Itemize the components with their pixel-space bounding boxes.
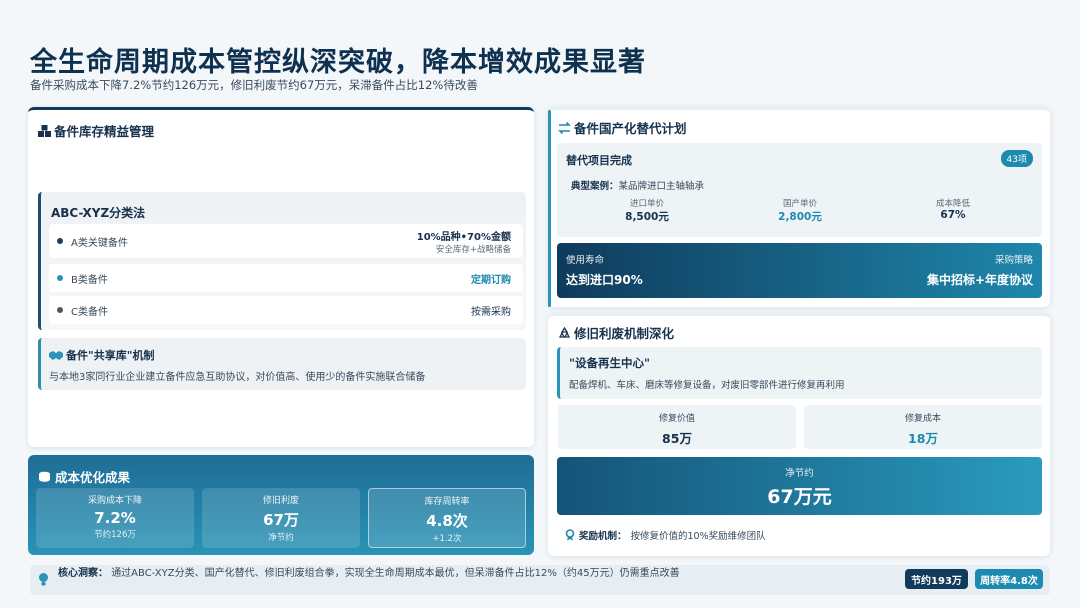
col-value: 8,500元 — [625, 211, 669, 223]
stat-value: 67万 — [263, 511, 299, 529]
localization-title-text: 备件国产化替代计划 — [574, 121, 687, 136]
net-saving-box: 净节约 67万元 — [557, 457, 1042, 515]
insight-label: 核心洞察： — [58, 568, 108, 579]
a-dot — [57, 238, 63, 244]
reward-value: 按修复价值的10%奖励维修团队 — [630, 531, 766, 542]
done-count-badge: 43项 — [1000, 150, 1033, 167]
stat-value: 4.8次 — [426, 512, 468, 530]
localization-inner-panel: 替代项目完成 43项 典型案例：某品牌进口主轴轴承 进口单价 8,500元 国产… — [557, 143, 1042, 237]
abc-row-b: B类备件 定期订购 — [49, 264, 523, 292]
share-desc: 与本地3家同行业企业建立备件应急互助协议，对价值高、使用少的备件实施联合储备 — [49, 372, 426, 383]
inventory-title-text: 备件库存精益管理 — [54, 124, 155, 139]
col-label: 成本降低 — [935, 199, 970, 209]
price-col-import: 进口单价 8,500元 — [597, 197, 697, 224]
abc-row-value: 定期订购 — [471, 274, 511, 286]
repair-cost-box: 修复成本 18万 — [804, 405, 1042, 449]
c-dot — [57, 307, 63, 313]
price-col-reduction: 成本降低 67% — [903, 197, 1003, 221]
b-dot — [57, 275, 63, 281]
col-value: 67% — [940, 209, 966, 221]
cost-title-text: 成本优化成果 — [55, 470, 131, 485]
col-label: 国产单价 — [782, 199, 817, 209]
share-title: 备件"共享库"机制 — [49, 347, 154, 363]
life-value: 达到进口90% — [566, 273, 643, 287]
strategy-value: 集中招标+年度协议 — [926, 273, 1033, 287]
localization-accent-bar — [548, 110, 551, 307]
col-value: 2,800元 — [778, 211, 822, 223]
case-label: 典型案例： — [571, 181, 619, 192]
stat-repair: 修旧利废 67万 净节约 — [202, 488, 360, 548]
stat-sub: 节约126万 — [94, 530, 136, 540]
regen-center-panel: "设备再生中心" 配备焊机、车床、磨床等修复设备，对废旧零部件进行修复再利用 — [557, 347, 1042, 399]
case-line: 典型案例：某品牌进口主轴轴承 — [571, 178, 704, 192]
stat-value: 7.2% — [94, 509, 136, 527]
abc-row-value: 按需采购 — [471, 306, 511, 318]
abc-row-label: C类备件 — [71, 306, 108, 318]
net-value: 67万元 — [767, 486, 832, 508]
center-desc: 配备焊机、车床、磨床等修复设备，对废旧零部件进行修复再利用 — [569, 380, 845, 391]
repair-value-label: 修复价值 — [658, 414, 695, 424]
strategy-label: 采购策略 — [994, 255, 1033, 266]
col-label: 进口单价 — [629, 199, 664, 209]
stat-label: 库存周转率 — [424, 497, 470, 507]
reward-label: 奖励机制： — [579, 531, 627, 542]
lightbulb-icon — [38, 572, 49, 587]
swap-icon — [558, 121, 571, 134]
turnover-pill: 周转率4.8次 — [975, 569, 1043, 589]
repair-value: 85万 — [662, 431, 692, 446]
inventory-card-title: 备件库存精益管理 — [38, 121, 154, 140]
boxes-icon — [38, 124, 51, 137]
life-label: 使用寿命 — [566, 255, 605, 266]
abc-row-label: A类关键备件 — [71, 237, 128, 249]
coins-icon — [38, 471, 51, 483]
repair-card-title: 修旧利废机制深化 — [558, 323, 674, 342]
abc-row-c: C类备件 按需采购 — [49, 296, 523, 324]
abc-xyz-panel: ABC-XYZ分类法 A类关键备件 10%品种•70%金额 安全库存+战略储备 … — [38, 192, 526, 330]
abc-title: ABC-XYZ分类法 — [51, 206, 146, 220]
share-pool-panel: 备件"共享库"机制 与本地3家同行业企业建立备件应急互助协议，对价值高、使用少的… — [38, 338, 526, 390]
cost-title: 成本优化成果 — [38, 467, 130, 486]
cost-optimization-card: 成本优化成果 采购成本下降 7.2% 节约126万 修旧利废 67万 净节约 库… — [28, 455, 534, 555]
insight-text: 通过ABC-XYZ分类、国产化替代、修旧利废组合拳，实现全生命周期成本最优，但呆… — [111, 568, 680, 579]
abc-a-value: 10%品种•70%金额 — [416, 231, 511, 243]
reward-line: 奖励机制： 按修复价值的10%奖励维修团队 — [565, 528, 766, 542]
insight-bar: 核心洞察： 通过ABC-XYZ分类、国产化替代、修旧利废组合拳，实现全生命周期成… — [30, 565, 1050, 595]
handshake-icon — [49, 350, 63, 361]
repair-value-box: 修复价值 85万 — [558, 405, 796, 449]
recycle-icon — [558, 326, 571, 339]
page-subtitle: 备件采购成本下降7.2%节约126万元，修旧利废节约67万元，呆滞备件占比12%… — [30, 78, 478, 92]
abc-row-a: A类关键备件 10%品种•70%金额 安全库存+战略储备 — [49, 224, 523, 258]
abc-row-label: B类备件 — [71, 274, 108, 286]
stat-purchase: 采购成本下降 7.2% 节约126万 — [36, 488, 194, 548]
stat-sub: +1.2次 — [432, 534, 462, 544]
case-value: 某品牌进口主轴轴承 — [618, 181, 705, 192]
page-title: 全生命周期成本管控纵深突破，降本增效成果显著 — [30, 47, 646, 78]
abc-row-value: 10%品种•70%金额 安全库存+战略储备 — [417, 228, 511, 255]
repair-cost: 18万 — [908, 431, 938, 446]
done-label: 替代项目完成 — [566, 154, 632, 167]
stat-turnover: 库存周转率 4.8次 +1.2次 — [368, 488, 526, 548]
life-strategy-bar: 使用寿命 达到进口90% 采购策略 集中招标+年度协议 — [557, 243, 1042, 298]
abc-a-note: 安全库存+战略储备 — [435, 244, 511, 255]
stat-label: 采购成本下降 — [87, 496, 142, 506]
insight-text-block: 核心洞察： 通过ABC-XYZ分类、国产化替代、修旧利废组合拳，实现全生命周期成… — [58, 567, 798, 580]
price-col-domestic: 国产单价 2,800元 — [750, 197, 850, 224]
repair-title-text: 修旧利废机制深化 — [574, 326, 675, 341]
center-title: "设备再生中心" — [569, 356, 650, 370]
saving-pill: 节约193万 — [905, 569, 968, 589]
share-title-text: 备件"共享库"机制 — [66, 349, 155, 362]
net-label: 净节约 — [785, 468, 814, 479]
stat-sub: 净节约 — [268, 533, 294, 543]
repair-cost-label: 修复成本 — [904, 414, 941, 424]
localization-card-title: 备件国产化替代计划 — [558, 118, 687, 137]
stat-label: 修旧利废 — [262, 496, 299, 506]
medal-icon — [565, 529, 575, 541]
